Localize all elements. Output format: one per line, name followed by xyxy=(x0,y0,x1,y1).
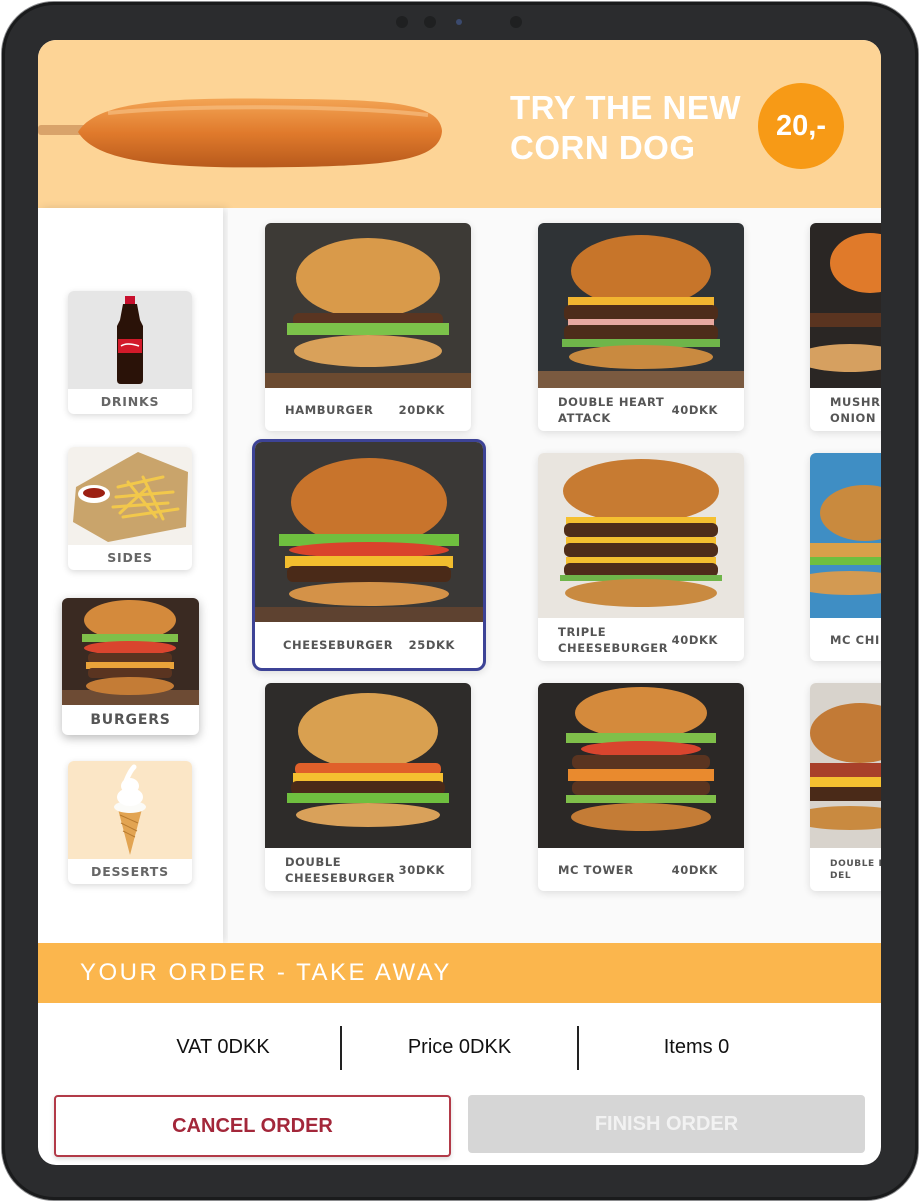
order-summary: VAT 0DKK Price 0DKK Items 0 xyxy=(38,1003,881,1093)
mc-chicken-photo xyxy=(810,453,881,618)
promo-title-line2: CORN DOG xyxy=(510,129,696,166)
double-cheeseburger-photo xyxy=(265,683,471,848)
product-price: 40DKK xyxy=(671,403,718,417)
product-card-selected[interactable]: CHEESEBURGER 25DKK xyxy=(252,439,486,671)
product-name: MC CHI xyxy=(830,633,880,647)
triple-cheeseburger-photo xyxy=(538,453,744,618)
soft-ice-cone-icon xyxy=(68,761,192,859)
product-name: MUSHROOM ONION B xyxy=(830,395,881,425)
product-card[interactable]: TRIPLE CHEESEBURGER 40DKK xyxy=(538,453,744,661)
fries-icon xyxy=(68,447,192,545)
kiosk-screen: TRY THE NEW CORN DOG 20,- DRINKS SIDES B… xyxy=(38,40,881,1165)
finish-order-button[interactable]: FINISH ORDER xyxy=(468,1095,865,1153)
product-card[interactable]: DOUBLE CHEESEBURGER 30DKK xyxy=(265,683,471,891)
vat-total: VAT 0DKK xyxy=(176,1035,270,1058)
sensor-dot xyxy=(510,16,522,28)
product-price: 20DKK xyxy=(398,403,445,417)
category-burgers[interactable]: BURGERS xyxy=(62,598,199,735)
hamburger-photo xyxy=(265,223,471,388)
corn-dog-image xyxy=(38,98,442,168)
category-desserts[interactable]: DESSERTS xyxy=(68,761,192,884)
category-label: SIDES xyxy=(107,550,153,565)
product-card[interactable]: MC TOWER 40DKK xyxy=(538,683,744,891)
product-price: 25DKK xyxy=(408,638,455,652)
product-card[interactable]: DOUBLE BA CHEESE DEL xyxy=(810,683,881,891)
order-header-bar: YOUR ORDER - TAKE AWAY xyxy=(38,943,881,1003)
product-price: 40DKK xyxy=(671,633,718,647)
double-bacon-photo xyxy=(810,683,881,848)
product-card[interactable]: DOUBLE HEART ATTACK 40DKK xyxy=(538,223,744,431)
promo-price-badge: 20,- xyxy=(758,83,844,169)
product-name: DOUBLE BA CHEESE DEL xyxy=(830,859,881,881)
category-label: DRINKS xyxy=(100,394,160,409)
promo-title: TRY THE NEW CORN DOG xyxy=(510,88,760,168)
product-price: 30DKK xyxy=(398,863,445,877)
category-sidebar: DRINKS SIDES BURGERS DESSERTS xyxy=(38,208,223,943)
promo-title-line1: TRY THE NEW xyxy=(510,89,742,126)
cheeseburger-photo xyxy=(255,442,483,622)
items-count: Items 0 xyxy=(663,1035,730,1058)
product-card[interactable]: HAMBURGER 20DKK xyxy=(265,223,471,431)
category-sides[interactable]: SIDES xyxy=(68,447,192,570)
product-name: DOUBLE CHEESEBURGER xyxy=(285,855,396,885)
burger-icon xyxy=(62,598,199,705)
product-name: CHEESEBURGER xyxy=(283,638,394,652)
product-name: DOUBLE HEART ATTACK xyxy=(558,395,665,425)
mushroom-onion-photo xyxy=(810,223,881,388)
camera-lens xyxy=(456,19,462,25)
mc-tower-photo xyxy=(538,683,744,848)
double-heart-attack-photo xyxy=(538,223,744,388)
product-price: 40DKK xyxy=(671,863,718,877)
price-total: Price 0DKK xyxy=(407,1035,512,1058)
cola-bottle-icon xyxy=(68,291,192,389)
product-name: MC TOWER xyxy=(558,863,634,877)
sensor-dot xyxy=(424,16,436,28)
product-grid: HAMBURGER 20DKK DOUBLE HEART ATTACK 40DK… xyxy=(228,208,881,943)
order-title: YOUR ORDER - TAKE AWAY xyxy=(80,959,452,986)
product-card[interactable]: MUSHROOM ONION B xyxy=(810,223,881,431)
category-label: BURGERS xyxy=(90,712,171,728)
cancel-order-button[interactable]: CANCEL ORDER xyxy=(54,1095,451,1157)
product-name: HAMBURGER xyxy=(285,403,374,417)
promo-banner[interactable]: TRY THE NEW CORN DOG 20,- xyxy=(38,40,881,208)
sensor-dot xyxy=(396,16,408,28)
category-label: DESSERTS xyxy=(91,864,169,879)
category-drinks[interactable]: DRINKS xyxy=(68,291,192,414)
product-card[interactable]: MC CHI xyxy=(810,453,881,661)
product-name: TRIPLE CHEESEBURGER xyxy=(558,625,669,655)
